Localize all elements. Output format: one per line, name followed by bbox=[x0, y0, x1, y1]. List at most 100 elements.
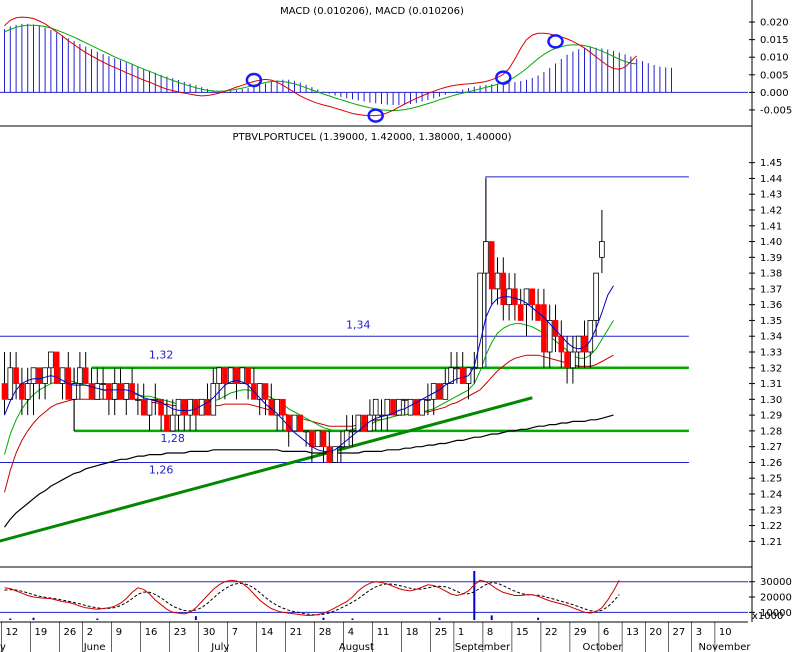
candle-body bbox=[407, 398, 414, 416]
oscillator-line bbox=[4, 579, 620, 616]
candle-body bbox=[181, 398, 188, 416]
candle-body bbox=[529, 288, 536, 306]
candle-body bbox=[135, 398, 141, 401]
candle-body bbox=[575, 335, 582, 353]
candle-body bbox=[541, 304, 547, 353]
oscillator-axis-tick-label: 30000 bbox=[760, 577, 792, 588]
x-axis-day-label: 30 bbox=[203, 627, 216, 638]
candle-body bbox=[111, 383, 118, 400]
support-trendline bbox=[0, 396, 533, 543]
candle-body bbox=[517, 304, 524, 321]
oscillator-signal-line bbox=[4, 582, 620, 616]
price-axis-tick-label: 1.26 bbox=[760, 458, 782, 469]
x-axis-day-label: 8 bbox=[487, 627, 493, 638]
candle-body bbox=[280, 398, 286, 416]
x-axis-day-label: 9 bbox=[116, 627, 122, 638]
candle-body bbox=[309, 430, 315, 448]
x-axis-day-label: 19 bbox=[35, 627, 48, 638]
x-axis: y12 19 26 2 9 16 23 30 7 14 21 28 4 11 18 25 1 8 15 22 29 6 13… bbox=[0, 621, 751, 652]
price-axis-tick-label: 1.33 bbox=[760, 348, 782, 359]
candle-body bbox=[430, 383, 437, 400]
candle-body bbox=[500, 272, 507, 306]
price-axis-tick-label: 1.24 bbox=[760, 490, 782, 501]
candle-body bbox=[593, 272, 599, 321]
x-axis-day-label: 12 bbox=[6, 627, 19, 638]
price-axis-tick-label: 1.28 bbox=[760, 426, 782, 437]
month-label: July bbox=[210, 642, 229, 652]
candle-body bbox=[564, 351, 570, 369]
candle-body bbox=[123, 383, 130, 400]
price-axis-tick-label: 1.36 bbox=[760, 300, 782, 311]
price-axis-tick-label: 1.25 bbox=[760, 474, 782, 485]
price-axis-tick-label: 1.29 bbox=[760, 411, 782, 422]
candle-body bbox=[175, 398, 182, 416]
candle-body bbox=[7, 367, 14, 400]
price-level-annotation: 1,32 bbox=[149, 348, 174, 361]
candle-body bbox=[599, 241, 605, 258]
candle-body bbox=[140, 398, 147, 416]
macd-axis-tick-label: -0.005 bbox=[760, 105, 792, 116]
candle-body bbox=[488, 241, 495, 290]
volume-oscillator-panel: 300002000010000x1000 bbox=[0, 571, 792, 622]
candle-body bbox=[477, 272, 483, 369]
price-title: PTBVLPORTUCEL (1.39000, 1.42000, 1.38000… bbox=[233, 132, 512, 143]
macd-line bbox=[4, 16, 638, 117]
price-level-annotation: 1,28 bbox=[160, 432, 185, 445]
price-axis-tick-label: 1.21 bbox=[760, 537, 782, 548]
candle-body bbox=[164, 414, 170, 432]
x-axis-day-label: 16 bbox=[145, 627, 158, 638]
macd-axis-tick-label: 0.000 bbox=[760, 88, 789, 99]
price-axis-tick-label: 1.43 bbox=[760, 190, 782, 201]
candle-body bbox=[216, 367, 222, 384]
macd-axis-tick-label: 0.020 bbox=[760, 18, 789, 29]
x-axis-day-label: 4 bbox=[348, 627, 354, 638]
stock-chart: MACD (0.010206), MACD (0.010206) 0.020 0.0… bbox=[0, 0, 792, 652]
x-axis-day-label: 13 bbox=[626, 627, 639, 638]
x-axis-day-label: 18 bbox=[406, 627, 419, 638]
macd-axis-tick-label: 0.005 bbox=[760, 70, 789, 81]
x-axis-day-label: 7 bbox=[232, 627, 238, 638]
x-axis-day-label: 25 bbox=[435, 627, 448, 638]
price-axis-tick-label: 1.41 bbox=[760, 221, 782, 232]
candle-body bbox=[459, 367, 466, 384]
candle-body bbox=[401, 398, 408, 401]
macd-signal-line bbox=[4, 24, 637, 112]
month-label: June bbox=[83, 642, 106, 652]
x-axis-day-label: 11 bbox=[377, 627, 390, 638]
candle-body bbox=[512, 288, 518, 306]
macd-axis-tick-label: 0.015 bbox=[760, 35, 789, 46]
candle-body bbox=[82, 367, 89, 384]
candle-body bbox=[303, 430, 309, 433]
candle-body bbox=[372, 398, 379, 416]
x-axis-day-label: 26 bbox=[64, 627, 77, 638]
price-axis-tick-label: 1.45 bbox=[760, 158, 782, 169]
price-axis-tick-label: 1.31 bbox=[760, 379, 782, 390]
macd-title: MACD (0.010206), MACD (0.010206) bbox=[280, 6, 464, 17]
candle-body bbox=[483, 241, 489, 274]
x-axis-day-label: 20 bbox=[649, 627, 662, 638]
candle-body bbox=[13, 367, 19, 384]
candle-body bbox=[570, 351, 576, 369]
candle-body bbox=[454, 367, 460, 370]
macd-crossover-marker bbox=[547, 34, 564, 49]
month-label: September bbox=[455, 642, 511, 652]
x-axis-day-label: 28 bbox=[319, 627, 332, 638]
x-axis-day-label: 10 bbox=[719, 627, 732, 638]
candle-body bbox=[326, 446, 333, 463]
candle-body bbox=[355, 414, 362, 432]
candle-body bbox=[1, 383, 8, 400]
resistance-step-line bbox=[485, 176, 689, 368]
month-label: October bbox=[583, 642, 624, 652]
candle-body bbox=[24, 383, 31, 400]
price-axis-tick-label: 1.37 bbox=[760, 284, 782, 295]
candle-body bbox=[419, 398, 425, 416]
candle-body bbox=[222, 367, 228, 384]
price-axis-tick-label: 1.22 bbox=[760, 521, 782, 532]
price-axis-tick-label: 1.27 bbox=[760, 442, 782, 453]
candle-body bbox=[36, 367, 43, 384]
price-axis-tick-label: 1.34 bbox=[760, 332, 782, 343]
x-axis-day-label: 15 bbox=[516, 627, 529, 638]
candle-body bbox=[169, 414, 176, 432]
price-level-annotation: 1,34 bbox=[346, 318, 371, 331]
candle-body bbox=[48, 351, 54, 369]
